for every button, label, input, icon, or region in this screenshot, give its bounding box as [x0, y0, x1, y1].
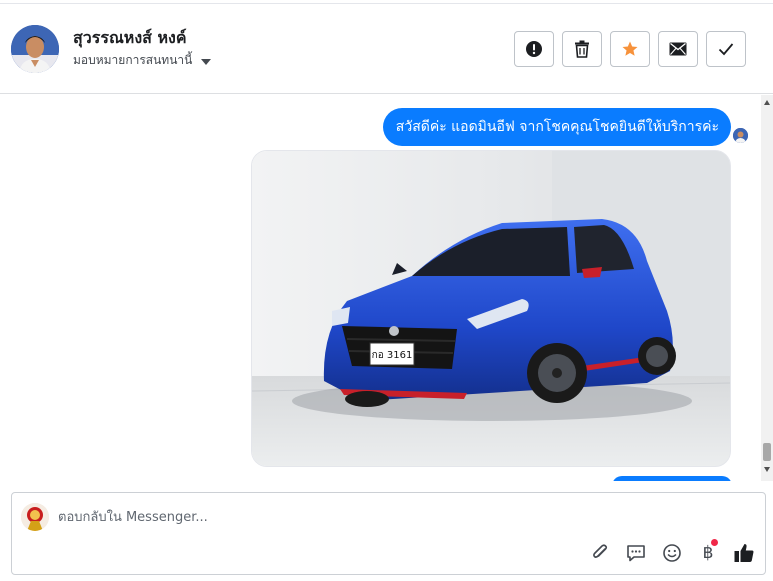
outgoing-message-bubble[interactable]: สวัสดีค่ะ แอดมินอีฟ จากโชคคุณโชคยินดีให้…: [382, 108, 731, 146]
scroll-up-arrow-icon[interactable]: [764, 100, 770, 105]
assign-label: มอบหมายการสนทนานี้: [73, 53, 193, 67]
contact-avatar[interactable]: [11, 25, 59, 73]
license-plate: กอ 3161: [372, 350, 413, 361]
check-icon: [718, 43, 734, 56]
thumbs-up-icon: [734, 544, 754, 562]
emoji-button[interactable]: [661, 542, 683, 564]
seen-indicator-avatar: [733, 128, 748, 143]
saved-replies-button[interactable]: [625, 542, 647, 564]
star-button[interactable]: [610, 31, 650, 67]
car-photo: กอ 3161: [252, 151, 730, 466]
emoji-icon: [663, 544, 681, 562]
thread-scrollbar[interactable]: [761, 95, 773, 481]
mark-done-button[interactable]: [706, 31, 746, 67]
composer-tools: ฿: [589, 539, 755, 564]
image-message[interactable]: กอ 3161: [251, 150, 731, 467]
reply-composer: ฿: [11, 492, 766, 575]
mark-spam-button[interactable]: [514, 31, 554, 67]
contact-name[interactable]: สุวรรณหงส์ หงค์: [73, 26, 187, 51]
like-button[interactable]: [733, 542, 755, 564]
baht-payment-icon: ฿: [702, 543, 714, 563]
delete-button[interactable]: [562, 31, 602, 67]
outgoing-message-bubble-partial[interactable]: [612, 476, 732, 481]
conversation-header: สุวรรณหงส์ หงค์ มอบหมายการสนทนานี้: [0, 4, 773, 94]
page-avatar: [21, 503, 49, 531]
reply-input[interactable]: [58, 505, 558, 529]
paperclip-icon: [593, 544, 608, 558]
envelope-icon: [669, 42, 687, 56]
trash-icon: [575, 40, 589, 58]
message-thread[interactable]: สวัสดีค่ะ แอดมินอีฟ จากโชคคุณโชคยินดีให้…: [0, 95, 761, 481]
attach-file-button[interactable]: [589, 542, 611, 564]
notification-dot: [711, 539, 718, 546]
mark-unread-button[interactable]: [658, 31, 698, 67]
assign-conversation-dropdown[interactable]: มอบหมายการสนทนานี้: [73, 51, 212, 70]
caret-down-icon: [201, 58, 212, 65]
exclamation-icon: [526, 41, 542, 57]
scroll-down-arrow-icon[interactable]: [764, 467, 770, 472]
payment-button[interactable]: ฿: [697, 539, 719, 564]
scroll-thumb[interactable]: [763, 443, 771, 461]
header-actions: [514, 31, 746, 67]
star-icon: [622, 41, 638, 56]
saved-reply-icon: [627, 545, 645, 562]
